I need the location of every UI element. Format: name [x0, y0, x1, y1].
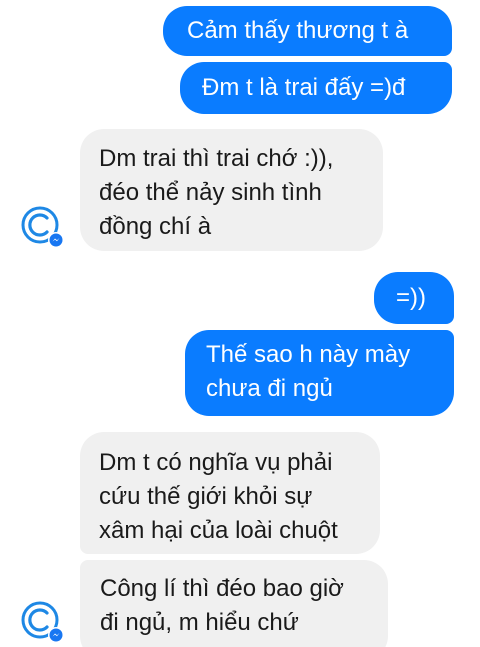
message-text: chưa đi ngủ — [206, 375, 333, 402]
sender-avatar[interactable] — [20, 600, 66, 646]
message-text: Thế sao h này mày — [206, 341, 411, 368]
message-text: cứu thế giới khỏi sự — [99, 483, 313, 510]
copyright-logo-avatar-icon — [21, 601, 64, 643]
sender-avatar[interactable] — [20, 205, 66, 251]
message-bubble-outgoing[interactable]: Thế sao h này mày chưa đi ngủ — [185, 330, 454, 416]
message-bubble-incoming[interactable]: Dm trai thì trai chớ :)), đéo thể nảy si… — [80, 129, 383, 251]
message-bubble-outgoing[interactable]: Cảm thấy thương t à — [163, 6, 452, 56]
message-text: đéo thể nảy sinh tình — [99, 179, 322, 206]
message-text: =)) — [396, 284, 426, 311]
message-text: Công lí thì đéo bao giờ — [100, 575, 344, 602]
messenger-badge-icon — [48, 232, 64, 248]
message-bubble-outgoing[interactable]: Đm t là trai đấy =)đ — [180, 62, 452, 114]
message-text: đi ngủ, m hiểu chứ — [100, 609, 299, 636]
message-text: xâm hại của loài chuột — [99, 517, 338, 544]
message-bubble-incoming[interactable]: Công lí thì đéo bao giờ đi ngủ, m hiểu c… — [80, 560, 388, 647]
message-bubble-incoming[interactable]: Dm t có nghĩa vụ phải cứu thế giới khỏi … — [80, 432, 380, 554]
message-text: Cảm thấy thương t à — [187, 17, 409, 44]
messenger-badge-icon — [48, 627, 64, 643]
message-text: đồng chí à — [99, 213, 212, 240]
message-text: Đm t là trai đấy =)đ — [202, 74, 406, 101]
chat-thread: Cảm thấy thương t à Đm t là trai đấy =)đ… — [0, 0, 480, 647]
message-bubble-outgoing[interactable]: =)) — [374, 272, 454, 324]
message-text: Dm t có nghĩa vụ phải — [99, 449, 333, 476]
copyright-logo-avatar-icon — [21, 206, 64, 248]
message-text: Dm trai thì trai chớ :)), — [99, 145, 334, 172]
